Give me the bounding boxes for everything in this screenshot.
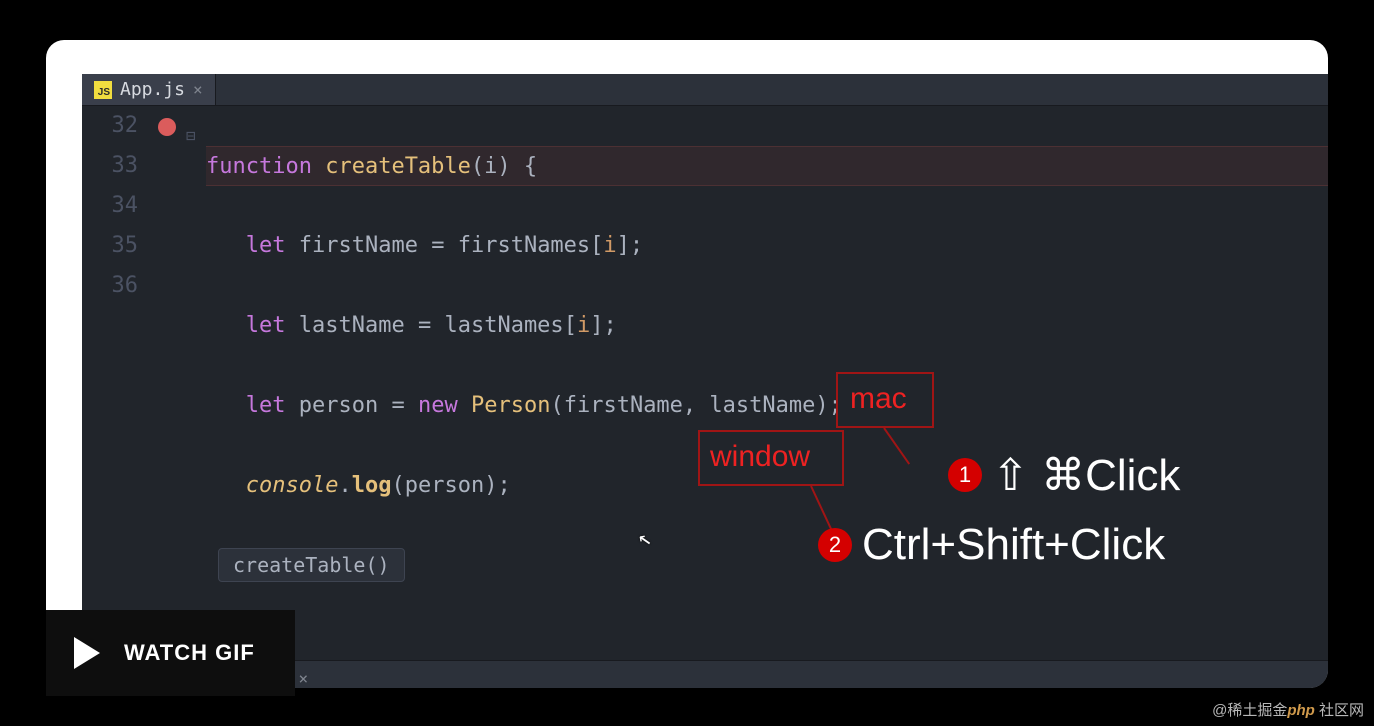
watch-gif-label: WATCH GIF (124, 640, 255, 666)
watermark: @稀土掘金php 社区网 (1212, 699, 1364, 720)
code-editor[interactable]: 32 33 34 35 36 ⊟ function createTable(i)… (82, 106, 1328, 660)
watch-gif-button[interactable]: WATCH GIF (46, 610, 295, 696)
annotation-window: window (710, 440, 810, 474)
play-icon (74, 637, 100, 669)
editor-tab-appjs[interactable]: JS App.js × (82, 74, 216, 105)
tab-filename: App.js (120, 79, 185, 100)
ide-window: JS App.js × 32 33 34 35 36 ⊟ function cr… (82, 74, 1328, 688)
close-icon[interactable]: × (193, 80, 203, 99)
breakpoint-column[interactable] (150, 106, 186, 660)
code-area[interactable]: function createTable(i) { let firstName … (206, 106, 1328, 660)
shortcut-mac: ⇧ ⌘Click (992, 450, 1180, 501)
code-line: function createTable(i) { (206, 146, 1328, 186)
breakpoint-icon[interactable] (158, 118, 176, 136)
code-line: let lastName = lastNames[i]; (206, 306, 1328, 346)
badge-2: 2 (818, 528, 852, 562)
close-icon[interactable]: × (299, 669, 309, 688)
fold-column[interactable]: ⊟ (186, 106, 206, 660)
shortcut-windows: Ctrl+Shift+Click (862, 520, 1165, 570)
line-gutter: 32 33 34 35 36 (82, 106, 150, 660)
fold-icon[interactable]: ⊟ (186, 116, 196, 156)
code-line: let person = new Person(firstName, lastN… (206, 386, 1328, 426)
badge-1: 1 (948, 458, 982, 492)
annotation-mac: mac (850, 382, 907, 416)
code-line: let firstName = firstNames[i]; (206, 226, 1328, 266)
parameter-hint: createTable() (218, 548, 405, 582)
js-file-icon: JS (94, 81, 112, 99)
editor-tabbar: JS App.js × (82, 74, 1328, 106)
screenshot-frame: JS App.js × 32 33 34 35 36 ⊟ function cr… (46, 40, 1328, 688)
